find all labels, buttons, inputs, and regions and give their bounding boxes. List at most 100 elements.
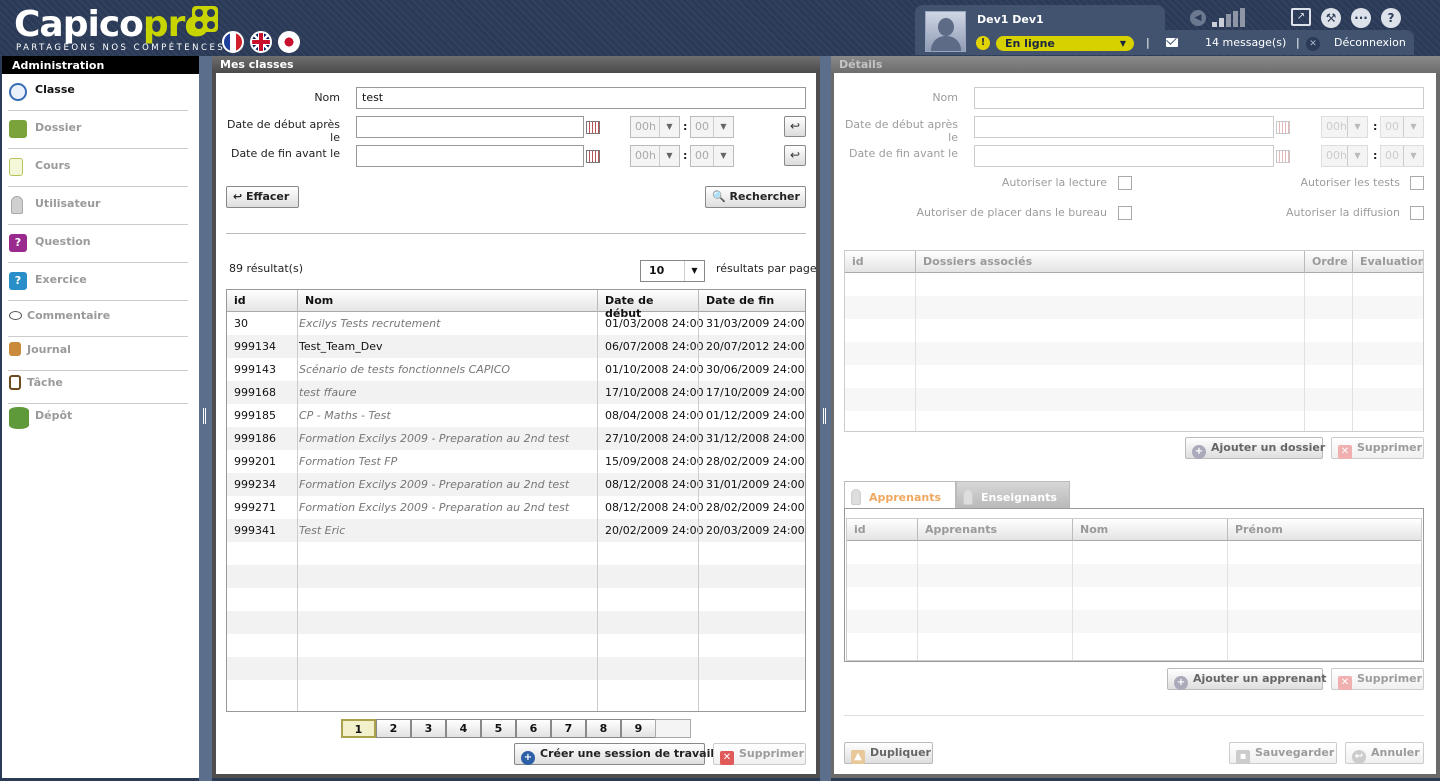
sidebar-item-depot[interactable]: Dépôt bbox=[8, 407, 188, 437]
chevron-down-icon: ▼ bbox=[1119, 39, 1126, 48]
sidebar-item-dossier[interactable]: Dossier bbox=[8, 120, 188, 149]
calendar-icon[interactable] bbox=[1276, 121, 1290, 134]
detail-name-field[interactable] bbox=[974, 87, 1424, 109]
delete-folder-button[interactable]: ✕ Supprimer bbox=[1331, 437, 1424, 459]
column-header[interactable]: Nom bbox=[298, 290, 598, 312]
table-row[interactable]: 999341 Test Eric 20/02/2009 24:00 20/03/200… bbox=[227, 519, 805, 542]
uk-flag-icon[interactable] bbox=[250, 31, 272, 53]
table-row[interactable]: 999234 Formation Excilys 2009 - Preparati… bbox=[227, 473, 805, 496]
tab-enseignants[interactable]: Enseignants bbox=[956, 481, 1070, 509]
duplicate-button[interactable]: ▲ Dupliquer bbox=[844, 742, 933, 764]
tools-icon[interactable]: ⚒ bbox=[1321, 8, 1341, 28]
column-header[interactable]: id bbox=[227, 290, 298, 312]
clear-button[interactable]: ↩ Effacer bbox=[226, 186, 299, 208]
column-header[interactable]: Dossiers associés bbox=[916, 251, 1305, 273]
perm-office-checkbox[interactable] bbox=[1118, 206, 1132, 220]
column-header[interactable]: Nom bbox=[1073, 519, 1228, 541]
reset-start-button[interactable]: ↩ bbox=[784, 116, 806, 137]
sidebar-item-tache[interactable]: Tâche bbox=[8, 375, 188, 404]
panel-splitter[interactable] bbox=[820, 56, 831, 781]
start-date-field[interactable] bbox=[356, 116, 584, 138]
page-button[interactable]: 6 bbox=[516, 719, 551, 738]
more-icon[interactable]: ··· bbox=[1351, 8, 1371, 28]
detail-end-minute-select[interactable]: 00 ▼ bbox=[1380, 145, 1424, 167]
sidebar-item-commentaire[interactable]: Commentaire bbox=[8, 309, 188, 337]
column-header[interactable]: Date de début bbox=[598, 290, 699, 320]
perm-read-checkbox[interactable] bbox=[1118, 176, 1132, 190]
table-cell-start: 08/04/2008 24:00 bbox=[605, 409, 704, 422]
cancel-button[interactable]: ↩ Annuler bbox=[1345, 742, 1424, 764]
sidebar-item-utilisateur[interactable]: Utilisateur bbox=[8, 196, 188, 225]
page-button[interactable]: 7 bbox=[551, 719, 586, 738]
column-header[interactable]: Apprenants bbox=[918, 519, 1073, 541]
end-date-field[interactable] bbox=[356, 145, 584, 167]
create-session-button[interactable]: + Créer une session de travail bbox=[514, 743, 714, 765]
logout-link[interactable]: Déconnexion bbox=[1334, 36, 1406, 49]
save-button[interactable]: ▪ Sauvegarder bbox=[1229, 742, 1337, 764]
sidebar-item-exercice[interactable]: ? Exercice bbox=[8, 272, 188, 301]
perm-broadcast-checkbox[interactable] bbox=[1410, 206, 1424, 220]
page-button[interactable]: 5 bbox=[481, 719, 516, 738]
sidebar-item-journal[interactable]: Journal bbox=[8, 342, 188, 371]
end-hour-select[interactable]: 00h ▼ bbox=[630, 145, 680, 167]
table-row[interactable]: 999201 Formation Test FP 15/09/2008 24:00 2… bbox=[227, 450, 805, 473]
table-row[interactable]: 999271 Formation Excilys 2009 - Preparati… bbox=[227, 496, 805, 519]
per-page-select[interactable]: 10 ▼ bbox=[640, 260, 705, 282]
mail-icon[interactable] bbox=[1166, 38, 1178, 47]
calendar-icon[interactable] bbox=[586, 121, 600, 134]
delete-learner-button[interactable]: ✕ Supprimer bbox=[1331, 668, 1424, 690]
table-row[interactable]: 999186 Formation Excilys 2009 - Preparati… bbox=[227, 427, 805, 450]
add-learner-button[interactable]: + Ajouter un apprenant bbox=[1167, 668, 1327, 690]
status-select[interactable]: En ligne ▼ bbox=[996, 36, 1134, 51]
calendar-icon[interactable] bbox=[586, 150, 600, 163]
delete-class-button[interactable]: ✕ Supprimer bbox=[713, 743, 806, 765]
page-button[interactable]: 2 bbox=[376, 719, 411, 738]
column-header[interactable]: Date de fin bbox=[699, 290, 805, 312]
logout-icon[interactable]: ✕ bbox=[1306, 37, 1320, 51]
messages-link[interactable]: 14 message(s) bbox=[1205, 36, 1286, 49]
fullscreen-icon[interactable]: ↗ bbox=[1291, 8, 1311, 26]
table-row[interactable]: 999134 Test_Team_Dev 06/07/2008 24:00 20/07… bbox=[227, 335, 805, 358]
page-button[interactable]: 3 bbox=[411, 719, 446, 738]
page-button[interactable]: 4 bbox=[446, 719, 481, 738]
column-header[interactable]: id bbox=[845, 251, 916, 273]
jp-flag-icon[interactable] bbox=[278, 31, 300, 53]
sidebar-item-question[interactable]: ? Question bbox=[8, 234, 188, 263]
detail-start-field[interactable] bbox=[974, 116, 1274, 138]
start-hour-select[interactable]: 00h ▼ bbox=[630, 116, 680, 138]
fr-flag-icon[interactable] bbox=[222, 31, 244, 53]
add-folder-button[interactable]: + Ajouter un dossier bbox=[1185, 437, 1325, 459]
column-header[interactable]: Ordre bbox=[1305, 251, 1353, 273]
table-row[interactable]: 999185 CP - Maths - Test 08/04/2008 24:00 0… bbox=[227, 404, 805, 427]
cancel-label: Annuler bbox=[1371, 746, 1420, 759]
detail-start-minute-select[interactable]: 00 ▼ bbox=[1380, 116, 1424, 138]
tab-apprenants[interactable]: Apprenants bbox=[844, 481, 956, 509]
table-row[interactable]: 999143 Scénario de tests fonctionnels CAP… bbox=[227, 358, 805, 381]
help-icon[interactable]: ? bbox=[1381, 8, 1401, 28]
calendar-icon[interactable] bbox=[1276, 150, 1290, 163]
page-button[interactable]: 8 bbox=[586, 719, 621, 738]
start-minute-select[interactable]: 00 ▼ bbox=[690, 116, 734, 138]
table-cell-id: 999186 bbox=[234, 432, 276, 445]
table-row[interactable]: 30 Excilys Tests recrutement 01/03/2008 24… bbox=[227, 312, 805, 335]
detail-end-field[interactable] bbox=[974, 145, 1274, 167]
table-row[interactable]: 999168 test ffaure 17/10/2008 24:00 17/10/2… bbox=[227, 381, 805, 404]
add-learner-label: Ajouter un apprenant bbox=[1193, 672, 1327, 685]
sidebar-item-classe[interactable]: Classe bbox=[8, 83, 188, 111]
sidebar-item-cours[interactable]: Cours bbox=[8, 158, 188, 187]
name-field[interactable]: test bbox=[356, 87, 806, 109]
detail-end-hour-select[interactable]: 00h ▼ bbox=[1321, 145, 1368, 167]
column-header[interactable]: id bbox=[847, 519, 918, 541]
end-minute-select[interactable]: 00 ▼ bbox=[690, 145, 734, 167]
perm-tests-checkbox[interactable] bbox=[1410, 176, 1424, 190]
column-header[interactable]: Prénom bbox=[1228, 519, 1421, 541]
page-button[interactable]: 9 bbox=[621, 719, 656, 738]
reset-end-button[interactable]: ↩ bbox=[784, 145, 806, 166]
sidebar-splitter[interactable] bbox=[199, 56, 212, 781]
speaker-icon[interactable]: ◀ bbox=[1190, 10, 1206, 26]
page-button[interactable]: 1 bbox=[341, 719, 376, 738]
search-button[interactable]: 🔍 Rechercher bbox=[705, 186, 806, 208]
column-header[interactable]: Evaluation bbox=[1353, 251, 1423, 273]
table-row bbox=[227, 634, 805, 657]
detail-start-hour-select[interactable]: 00h ▼ bbox=[1321, 116, 1368, 138]
